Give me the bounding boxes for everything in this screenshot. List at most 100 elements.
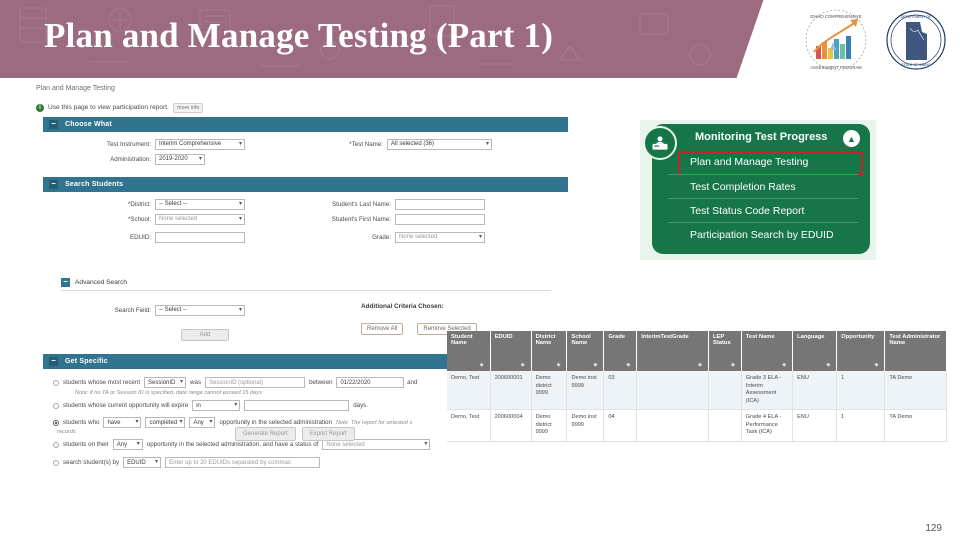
- select-any-opportunity[interactable]: Any: [189, 417, 216, 428]
- sort-icon[interactable]: ◆: [594, 362, 598, 368]
- panel-header-choose-what[interactable]: − Choose What: [43, 117, 568, 132]
- collapse-icon[interactable]: −: [49, 357, 58, 366]
- column-test-administrator-name[interactable]: Test Administrator Name: [884, 331, 947, 371]
- column-grade[interactable]: Grade ◆: [603, 331, 638, 371]
- export-report-button[interactable]: Export Report: [301, 427, 355, 441]
- select-expire-in[interactable]: in: [192, 400, 241, 411]
- remove-all-button[interactable]: Remove All: [361, 323, 404, 335]
- select-test-instrument[interactable]: Interim Comprehensive: [155, 138, 245, 150]
- cell-opportunity: 1: [836, 409, 886, 442]
- radio-button[interactable]: [53, 441, 59, 448]
- sort-icon[interactable]: ◆: [557, 362, 561, 368]
- sort-icon[interactable]: ◆: [626, 362, 630, 368]
- column-student-name[interactable]: Student Name ◆: [447, 331, 491, 371]
- label-search-field: Search Field:: [114, 306, 151, 314]
- column-lep-status[interactable]: LEP Status ◆: [708, 331, 742, 371]
- radio-button[interactable]: [53, 419, 59, 426]
- select-search-field[interactable]: -- Select --: [155, 304, 245, 316]
- radio-button[interactable]: [53, 459, 59, 466]
- select-grade[interactable]: None selected: [395, 231, 485, 243]
- cell-language: ENU: [792, 371, 838, 411]
- sort-icon[interactable]: ◆: [698, 362, 702, 368]
- sort-icon[interactable]: ◆: [826, 362, 830, 368]
- select-school[interactable]: None selected: [155, 213, 245, 225]
- cell-school-name: Demo inst 9999: [566, 409, 605, 442]
- column-language[interactable]: Language ◆: [792, 331, 838, 371]
- generate-report-button[interactable]: Generate Report: [235, 427, 296, 441]
- cell-eduid: 200600001: [490, 371, 532, 411]
- advanced-search-header[interactable]: − Advanced Search: [61, 278, 551, 287]
- breadcrumb: Plan and Manage Testing: [36, 85, 115, 92]
- panel-search-students: − Search Students *District: -- Select -…: [43, 177, 568, 357]
- column-label: Grade: [608, 334, 626, 340]
- menu-item-test-completion-rates[interactable]: Test Completion Rates: [668, 174, 858, 198]
- column-school-name[interactable]: School Name ◆: [566, 331, 605, 371]
- select-administration[interactable]: 2019-2020: [155, 153, 205, 165]
- sort-icon[interactable]: ◆: [875, 362, 879, 368]
- panel-header-search-students[interactable]: − Search Students: [43, 177, 568, 192]
- sort-icon[interactable]: ◆: [731, 362, 735, 368]
- cell-lep-status: [708, 409, 742, 442]
- column-opportunity[interactable]: Opportunity ◆: [836, 331, 886, 371]
- column-district-name[interactable]: District Name ◆: [531, 331, 568, 371]
- option-text: opportunity in the selected administrati…: [146, 441, 319, 448]
- cell-lep-status: [708, 371, 742, 411]
- label-administration: Administration:: [110, 155, 151, 163]
- cell-test-administrator-name: TA Demo: [884, 409, 947, 442]
- column-label: Language: [797, 334, 825, 340]
- input-eduid[interactable]: [155, 231, 245, 243]
- page-title: Plan and Manage Testing (Part 1): [44, 16, 554, 55]
- panel-title: Search Students: [65, 181, 124, 188]
- page-number: 129: [925, 523, 942, 534]
- select-completed[interactable]: completed: [145, 417, 186, 428]
- column-label: Test Name: [745, 334, 775, 340]
- radio-button[interactable]: [53, 402, 59, 409]
- results-table: Student Name ◆ EDUID ◆ District Name ◆ Scho…: [447, 331, 947, 442]
- sort-icon[interactable]: ◆: [480, 362, 484, 368]
- input-eduid-list[interactable]: Enter up to 20 EDUIDs separated by comma…: [165, 457, 321, 468]
- column-label: LEP Status: [712, 334, 731, 346]
- cell-language: ENU: [792, 409, 838, 442]
- cell-grade: 03: [603, 371, 638, 411]
- select-session-id-type[interactable]: SessionID: [144, 377, 187, 388]
- label-student-last-name: Student's Last Name:: [332, 200, 391, 208]
- input-student-first-name[interactable]: [395, 213, 485, 225]
- radio-button[interactable]: [53, 379, 59, 386]
- sort-icon[interactable]: ◆: [782, 362, 786, 368]
- cell-interim-test-grade: [636, 409, 709, 442]
- input-expire-days[interactable]: [244, 400, 350, 411]
- sort-icon[interactable]: ◆: [521, 362, 525, 368]
- more-info-button[interactable]: more info: [172, 102, 204, 113]
- column-eduid[interactable]: EDUID ◆: [490, 331, 532, 371]
- cell-eduid: 200600004: [490, 409, 532, 442]
- cell-district-name: Demo district 9999: [531, 409, 568, 442]
- column-label: Student Name: [451, 334, 473, 346]
- collapse-icon[interactable]: −: [49, 180, 58, 189]
- collapse-icon[interactable]: −: [49, 120, 58, 129]
- input-session-id[interactable]: SessionID (optional): [205, 377, 306, 388]
- cell-test-administrator-name: TA Demo: [884, 371, 947, 411]
- column-test-name[interactable]: Test Name ◆: [741, 331, 794, 371]
- info-bar-text: Use this page to view participation repo…: [48, 104, 169, 111]
- select-search-by[interactable]: EDUID: [123, 457, 162, 468]
- collapse-icon[interactable]: −: [61, 278, 70, 287]
- select-opportunity-number[interactable]: Any: [112, 439, 143, 450]
- table-row[interactable]: Demo, Test 200600004 Demo district 9999 …: [447, 409, 947, 442]
- column-label: InterimTestGrade: [641, 334, 689, 340]
- select-district[interactable]: -- Select --: [155, 198, 245, 210]
- select-have[interactable]: have: [103, 417, 142, 428]
- cell-school-name: Demo inst 9999: [566, 371, 605, 411]
- label-eduid: EDUID:: [130, 233, 151, 241]
- column-label: Test Administrator Name: [889, 334, 941, 346]
- input-student-last-name[interactable]: [395, 198, 485, 210]
- label-test-name: *Test Name:: [349, 140, 383, 148]
- chevron-up-icon[interactable]: ▲: [843, 130, 860, 147]
- column-interim-test-grade[interactable]: InterimTestGrade ◆: [636, 331, 709, 371]
- table-header-row: Student Name ◆ EDUID ◆ District Name ◆ Scho…: [447, 331, 947, 371]
- table-row[interactable]: Demo, Test 200600001 Demo district 9999 …: [447, 371, 947, 411]
- menu-item-test-status-code-report[interactable]: Test Status Code Report: [668, 198, 858, 222]
- add-criteria-button[interactable]: Add: [181, 329, 229, 341]
- input-date-between[interactable]: 01/22/2020: [336, 377, 405, 388]
- select-test-name[interactable]: All selected (36): [387, 138, 492, 150]
- menu-item-participation-search-by-eduid[interactable]: Participation Search by EDUID: [668, 222, 858, 246]
